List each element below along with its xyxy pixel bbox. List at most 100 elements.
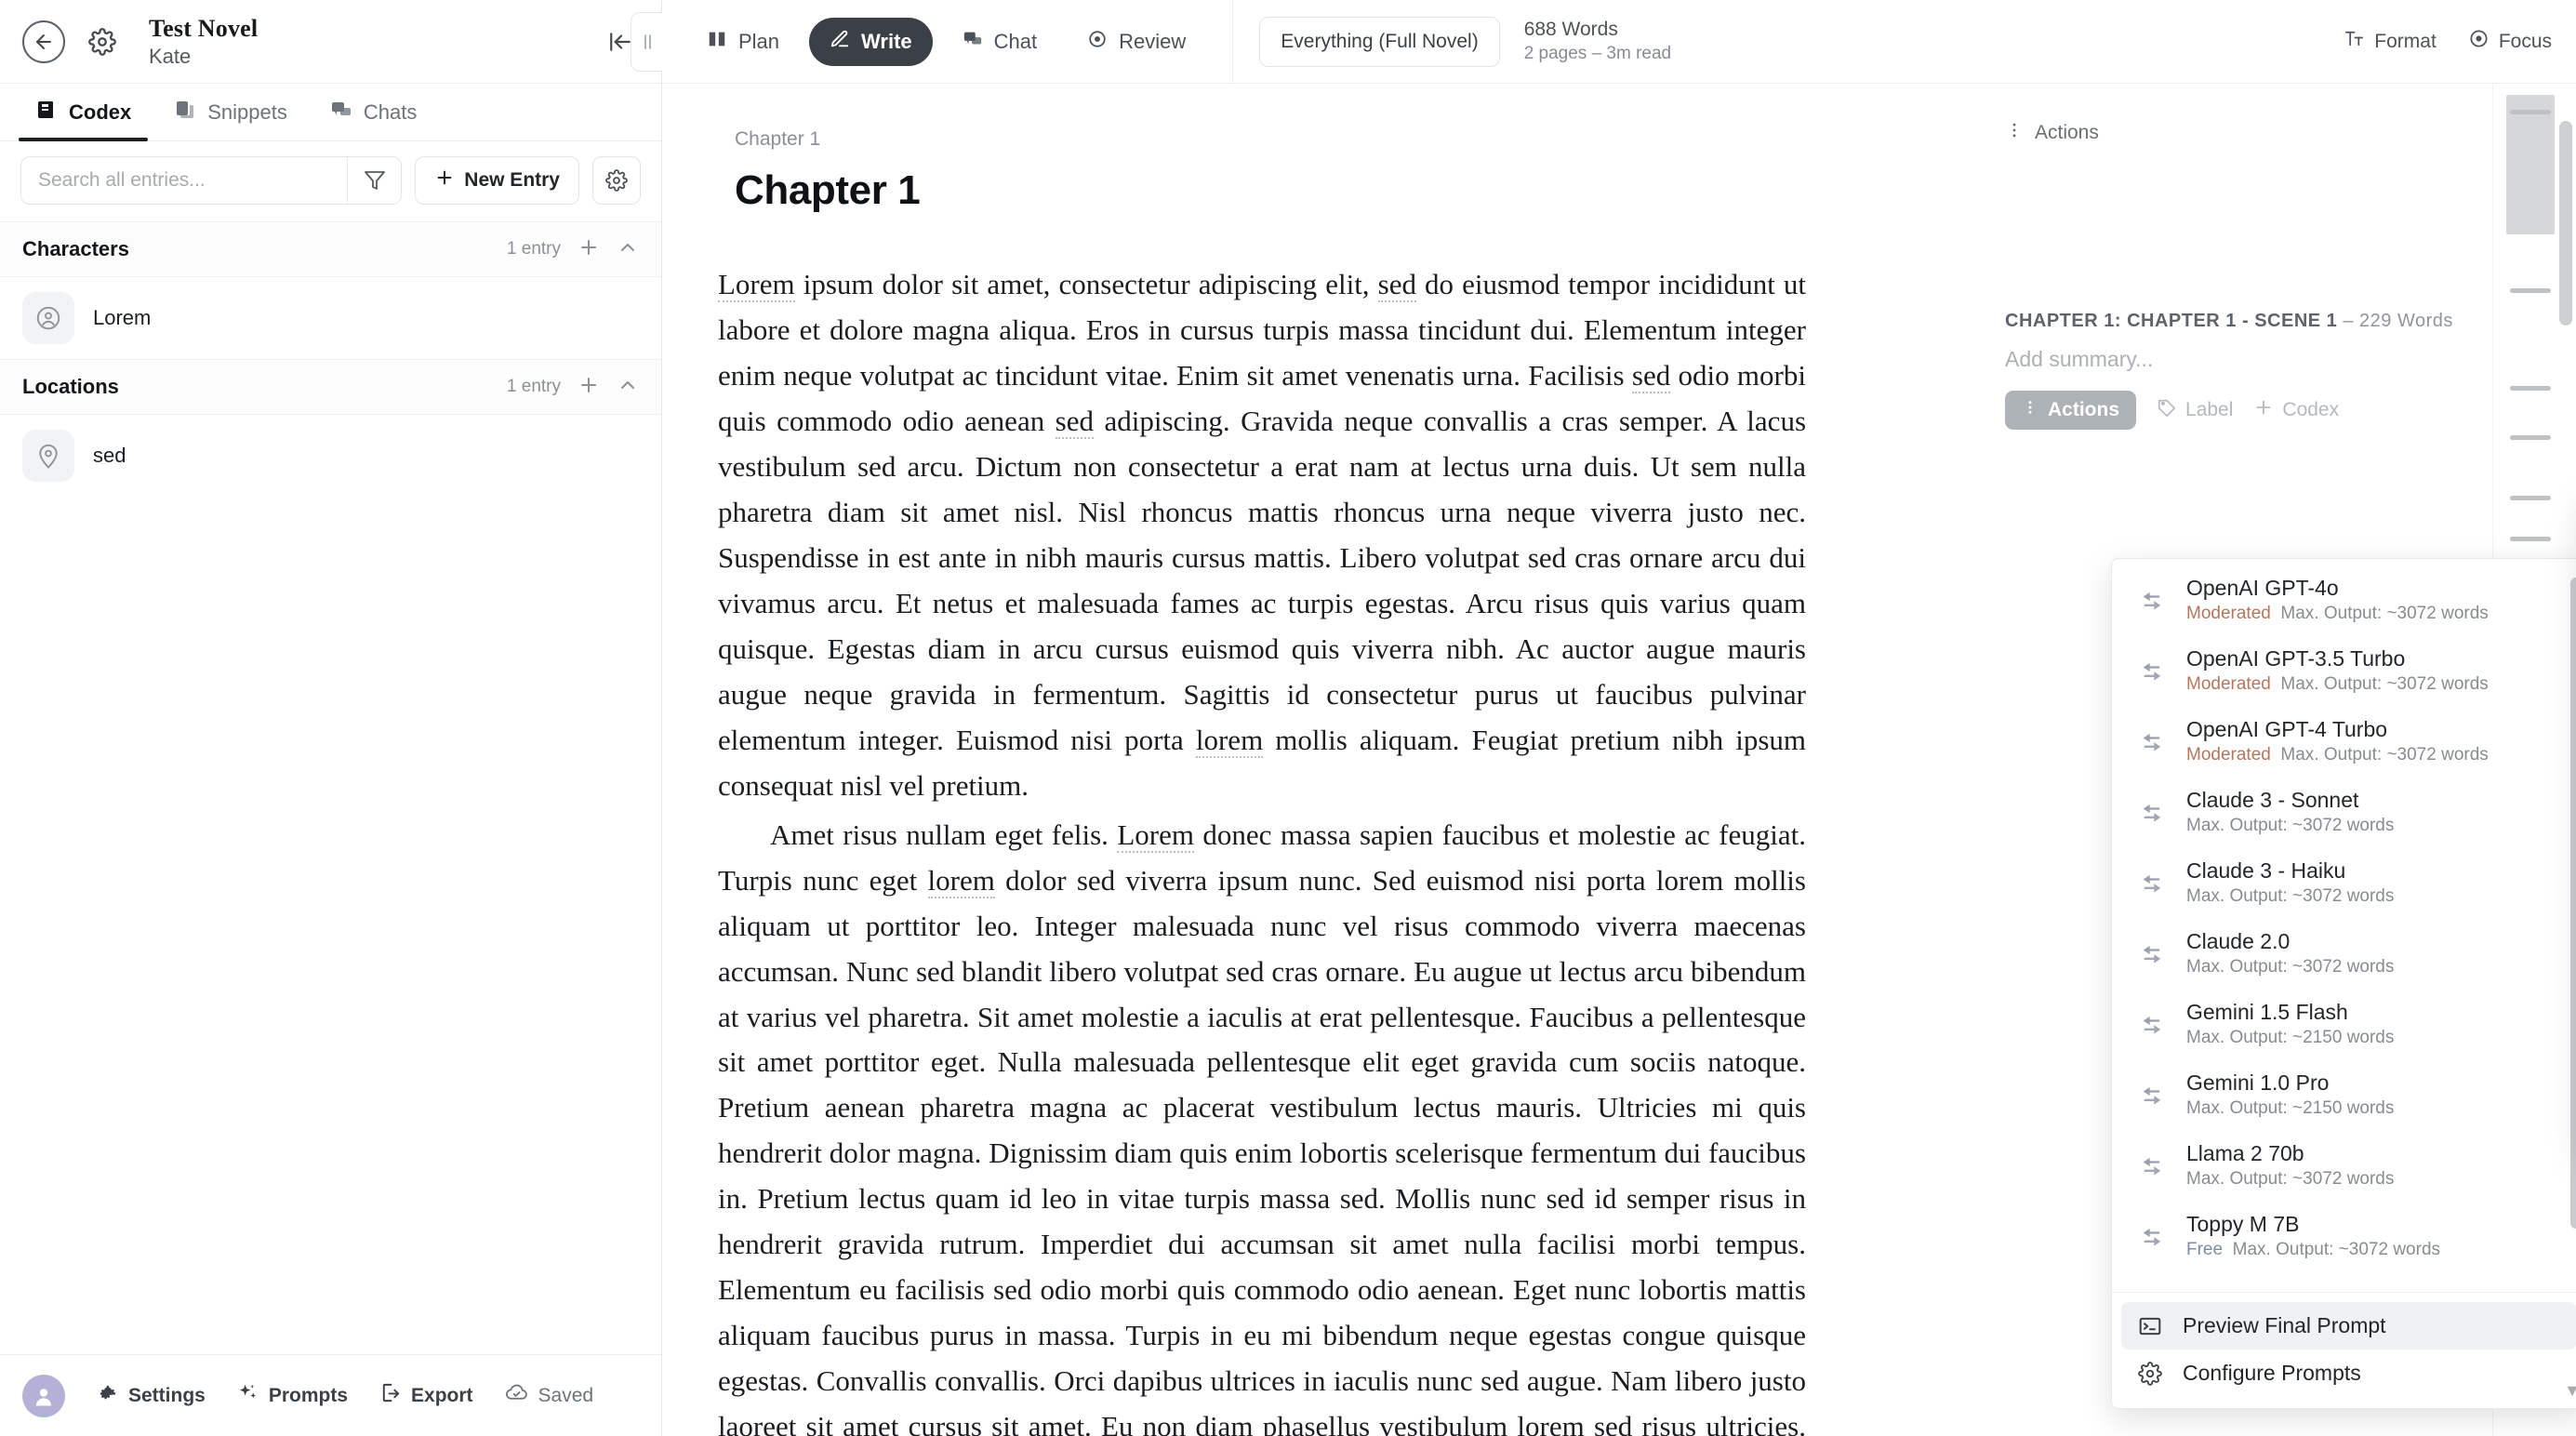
list-item[interactable]: Llama 2 70b Max. Output: ~3072 words xyxy=(2112,1130,2576,1201)
search-input[interactable] xyxy=(21,157,348,204)
model-name: Claude 3 - Haiku xyxy=(2186,858,2346,883)
gear-icon[interactable] xyxy=(82,21,123,62)
format-label: Format xyxy=(2374,30,2437,52)
swap-arrows-icon xyxy=(2136,940,2168,966)
tab-plan[interactable]: Plan xyxy=(686,18,800,66)
model-meta: Moderated Max. Output: ~3072 words xyxy=(2186,674,2489,695)
scene-codex-button[interactable]: Codex xyxy=(2253,397,2339,423)
configure-prompts-button[interactable]: Configure Prompts xyxy=(2121,1350,2576,1397)
model-name: Claude 2.0 xyxy=(2186,929,2291,953)
codex-link[interactable]: Lorem xyxy=(1117,818,1194,853)
codex-settings-button[interactable] xyxy=(592,156,641,205)
scrollbar[interactable] xyxy=(2570,572,2576,1277)
page-title: Test Novel xyxy=(149,14,259,42)
scene-summary-input[interactable]: Add summary... xyxy=(2005,347,2455,372)
minimap-tick xyxy=(2510,386,2551,391)
tab-codex[interactable]: Codex xyxy=(19,84,149,141)
scene-label-button[interactable]: Label xyxy=(2157,397,2233,423)
swap-arrows-icon xyxy=(2136,658,2168,684)
scrollbar-thumb[interactable] xyxy=(2559,121,2572,326)
preview-final-prompt-button[interactable]: Preview Final Prompt xyxy=(2121,1302,2576,1350)
swap-arrows-icon xyxy=(2136,728,2168,754)
list-item[interactable]: Gemini 1.0 Pro Max. Output: ~2150 words xyxy=(2112,1059,2576,1130)
codex-link[interactable]: sed xyxy=(1631,358,1671,393)
plus-icon[interactable] xyxy=(578,236,600,263)
minimap-current-block[interactable] xyxy=(2506,95,2555,234)
codex-link[interactable]: sed xyxy=(1055,404,1094,439)
group-name: Characters xyxy=(22,237,129,260)
add-entry-label: New Entry xyxy=(464,169,560,191)
funnel-icon[interactable] xyxy=(347,157,401,204)
tab-chats-label: Chats xyxy=(363,100,418,124)
model-menu-footer: Preview Final Prompt Configure Prompts ▼ xyxy=(2112,1295,2576,1408)
list-item[interactable]: OpenAI GPT-3.5 Turbo Moderated Max. Outp… xyxy=(2112,635,2576,706)
divider xyxy=(2112,1292,2576,1293)
codex-link[interactable]: sed xyxy=(1377,268,1416,302)
kebab-menu-icon xyxy=(2005,121,2024,145)
model-limit: Max. Output: ~2150 words xyxy=(2186,1028,2395,1047)
avatar[interactable] xyxy=(22,1374,65,1417)
tab-codex-label: Codex xyxy=(69,100,132,124)
scene-actions-button[interactable]: Actions xyxy=(2005,391,2137,430)
terminal-icon xyxy=(2136,1314,2164,1338)
scene-word-count: 229 Words xyxy=(2359,311,2453,331)
codex-link[interactable]: Lorem xyxy=(718,268,795,302)
export-button[interactable]: Export xyxy=(379,1382,473,1409)
list-item[interactable]: OpenAI GPT-4o Moderated Max. Output: ~30… xyxy=(2112,565,2576,635)
group-header-locations[interactable]: Locations 1 entry xyxy=(0,359,661,415)
prompts-label: Prompts xyxy=(268,1384,349,1406)
tab-snippets[interactable]: Snippets xyxy=(157,84,304,140)
codex-link[interactable]: lorem xyxy=(1195,723,1264,758)
model-selector-menu[interactable]: OpenAI GPT-4o Moderated Max. Output: ~30… xyxy=(2111,558,2576,1409)
settings-button[interactable]: Settings xyxy=(97,1382,206,1409)
chapter-heading: Chapter 1 xyxy=(735,167,921,213)
saved-status-label: Saved xyxy=(538,1384,594,1406)
list-item[interactable]: Gemini 1.5 Flash Max. Output: ~2150 word… xyxy=(2112,989,2576,1059)
back-arrow-icon[interactable] xyxy=(22,20,65,63)
mode-tabs: Plan Write Chat Review xyxy=(686,0,1234,83)
chevron-up-icon[interactable] xyxy=(617,236,639,263)
list-item[interactable]: sed xyxy=(0,415,661,497)
list-item[interactable]: Toppy M 7B Free Max. Output: ~3072 words xyxy=(2112,1201,2576,1271)
scope-selector[interactable]: Everything (Full Novel) xyxy=(1259,16,1500,67)
swap-arrows-icon xyxy=(2136,1223,2168,1249)
focus-target-icon xyxy=(2468,28,2490,55)
sidebar-tabs: Codex Snippets Chats xyxy=(0,84,661,141)
chevron-down-icon[interactable]: ▼ xyxy=(2564,1381,2576,1401)
scene-text[interactable]: Lorem ipsum dolor sit amet, consectetur … xyxy=(718,262,1806,1436)
format-button[interactable]: Format xyxy=(2344,28,2437,55)
codex-link[interactable]: lorem xyxy=(927,863,995,898)
focus-button[interactable]: Focus xyxy=(2468,28,2552,55)
map-pin-icon xyxy=(22,430,74,482)
list-item[interactable]: Claude 2.0 Max. Output: ~3072 words xyxy=(2112,918,2576,989)
list-item[interactable]: Claude 3 - Haiku Max. Output: ~3072 word… xyxy=(2112,847,2576,918)
tab-review-label: Review xyxy=(1119,29,1187,53)
list-item[interactable]: Lorem xyxy=(0,277,661,359)
plus-icon[interactable] xyxy=(578,374,600,401)
tab-write[interactable]: Write xyxy=(809,17,933,66)
prompts-button[interactable]: Prompts xyxy=(237,1382,348,1409)
minimap-tick xyxy=(2510,496,2551,500)
tab-chats[interactable]: Chats xyxy=(313,84,433,140)
text-run: adipiscing. Gravida neque convallis a cr… xyxy=(718,404,1807,756)
drag-handle-icon[interactable] xyxy=(631,12,662,72)
export-icon xyxy=(379,1382,401,1409)
swap-arrows-icon xyxy=(2136,1082,2168,1108)
tab-review[interactable]: Review xyxy=(1067,18,1206,66)
scene-dash: – xyxy=(2337,311,2360,331)
group-name: Locations xyxy=(22,375,119,398)
person-icon xyxy=(22,292,74,344)
scrollbar-thumb[interactable] xyxy=(2570,578,2576,1229)
tag-icon xyxy=(2157,397,2177,423)
tab-chat[interactable]: Chat xyxy=(942,18,1057,66)
group-header-characters[interactable]: Characters 1 entry xyxy=(0,221,661,277)
text-run: ipsum dolor sit amet, consectetur adipis… xyxy=(794,268,1378,300)
list-item[interactable]: Claude 3 - Sonnet Max. Output: ~3072 wor… xyxy=(2112,777,2576,847)
scene-actions-label: Actions xyxy=(2048,399,2120,420)
tab-write-label: Write xyxy=(861,29,912,53)
scene-codex-label: Codex xyxy=(2282,399,2340,420)
scene-actions-top[interactable]: Actions xyxy=(2005,121,2455,145)
list-item[interactable]: OpenAI GPT-4 Turbo Moderated Max. Output… xyxy=(2112,706,2576,777)
add-entry-button[interactable]: New Entry xyxy=(415,156,579,205)
chevron-up-icon[interactable] xyxy=(617,374,639,401)
